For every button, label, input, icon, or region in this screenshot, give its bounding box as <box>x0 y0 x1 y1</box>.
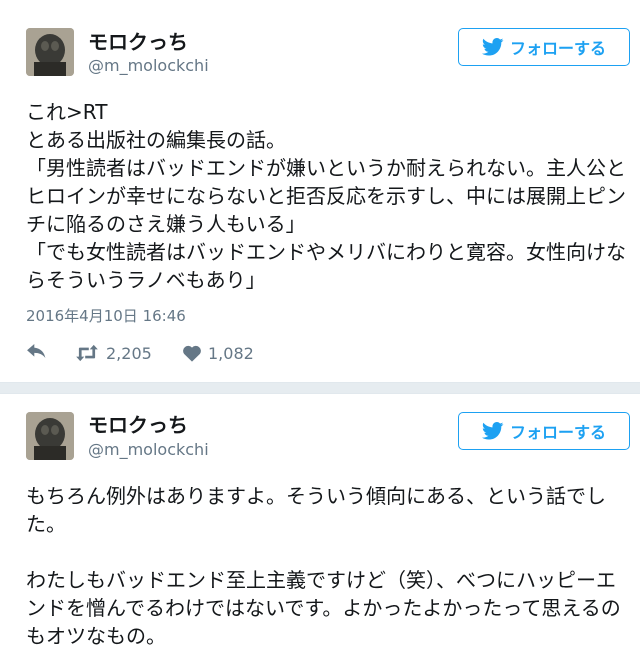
tweet-text: これ>RT とある出版社の編集長の話。 「男性読者はバッドエンドが嫌いというか耐… <box>26 100 626 292</box>
user-handle[interactable]: @m_molockchi <box>88 56 209 76</box>
display-name[interactable]: モロクっち <box>88 413 188 437</box>
follow-button[interactable]: フォローする <box>458 28 630 66</box>
bird-icon <box>481 422 504 440</box>
tweet-text: もちろん例外はありますよ。そういう傾向にある、という話でした。 わたしもバッドエ… <box>26 484 621 648</box>
follow-label: フォローする <box>509 423 606 442</box>
tweet-card: モロクっち @m_molockchi フォローする これ>RT とある出版社の編… <box>0 0 640 383</box>
like-count: 1,082 <box>208 343 254 363</box>
follow-label: フォローする <box>509 39 606 58</box>
heart-icon <box>183 345 201 362</box>
follow-button[interactable]: フォローする <box>458 412 630 450</box>
display-name[interactable]: モロクっち <box>88 30 188 54</box>
like-button[interactable]: 1,082 <box>182 344 254 363</box>
retweet-count: 2,205 <box>106 343 152 363</box>
retweet-icon <box>76 344 98 362</box>
reply-icon <box>27 344 46 359</box>
timestamp[interactable]: 2016年4月10日 16:46 <box>26 305 186 326</box>
avatar[interactable] <box>26 412 74 460</box>
avatar[interactable] <box>26 28 74 76</box>
tweet-actions: 2,205 1,082 <box>26 340 254 366</box>
tweet-card: モロクっち @m_molockchi フォローする もちろん例外はありますよ。そ… <box>0 393 640 660</box>
reply-button[interactable] <box>26 344 74 362</box>
bird-icon <box>481 38 504 56</box>
retweet-button[interactable]: 2,205 <box>74 344 178 363</box>
user-handle[interactable]: @m_molockchi <box>88 440 209 460</box>
